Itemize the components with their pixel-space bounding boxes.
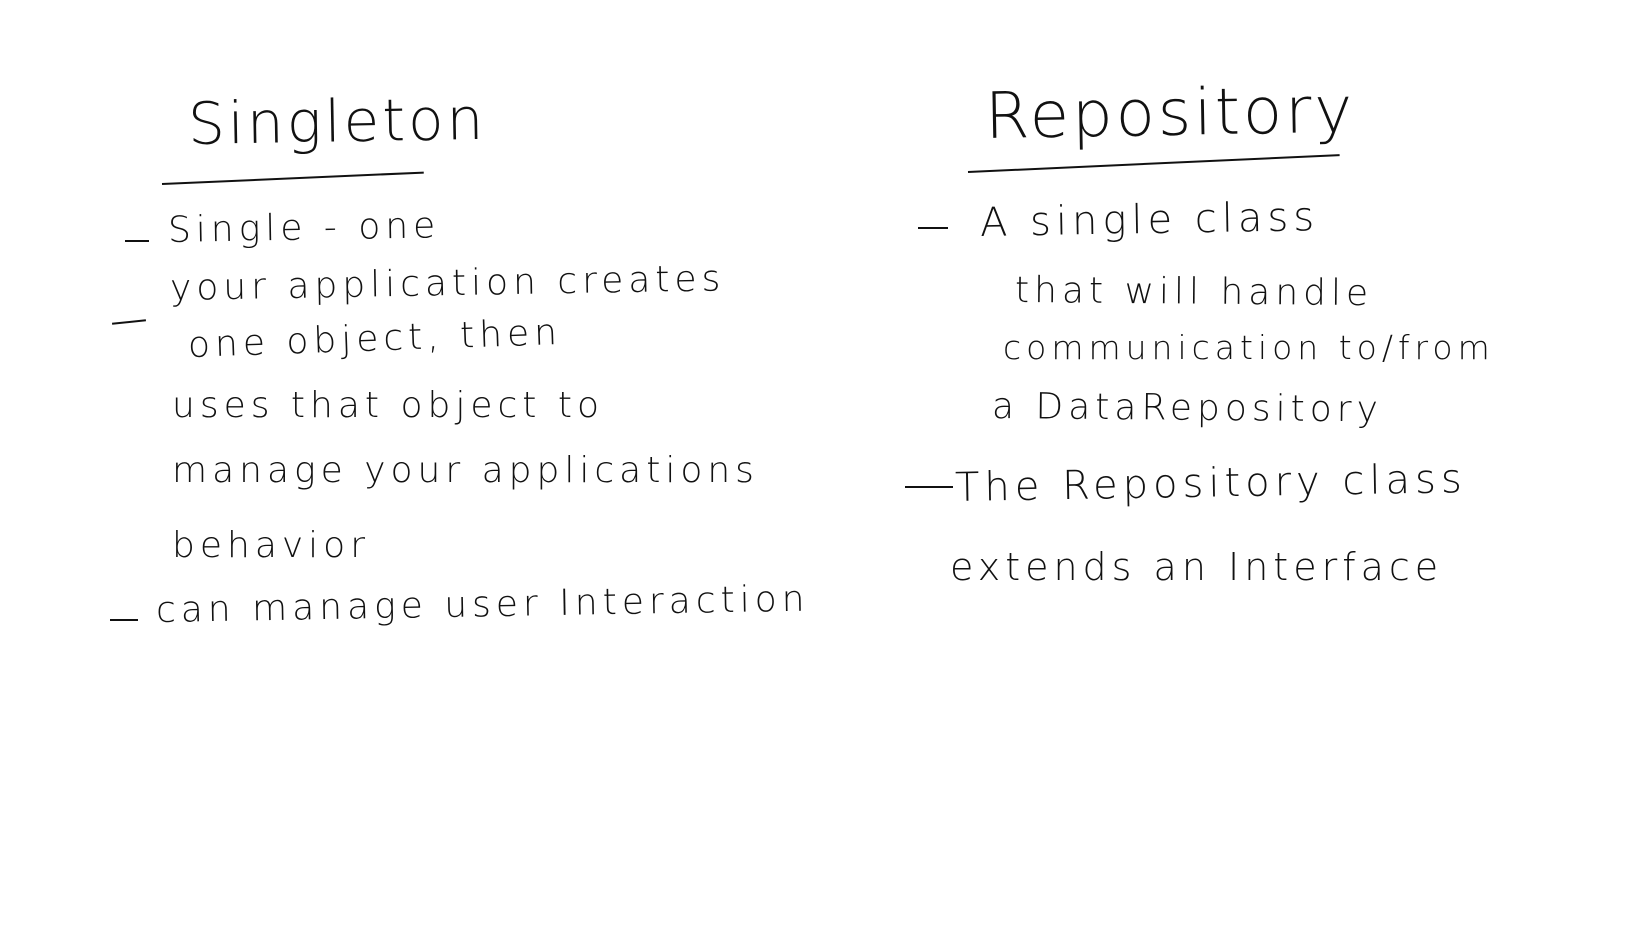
repository-item-1-line-1: A single class: [979, 194, 1320, 246]
repository-bullet-1-dash: [918, 227, 948, 229]
singleton-item-2-line-3: uses that object to: [172, 385, 604, 426]
singleton-title-underline: [161, 171, 424, 185]
singleton-item-2-line-1: your application creates: [169, 258, 726, 309]
singleton-item-1-line-1: Single - one: [167, 205, 441, 251]
singleton-item-2-line-2: one object, then: [187, 311, 563, 366]
singleton-bullet-3-dash: [110, 619, 138, 621]
repository-item-1-line-3: communication to/from: [1003, 328, 1495, 367]
repository-item-2-line-2: extends an Interface: [950, 545, 1444, 589]
repository-item-2-line-1: The Repository class: [954, 456, 1468, 511]
singleton-bullet-2-dash: [111, 319, 147, 325]
whiteboard-canvas: Singleton Single - one your application …: [0, 0, 1648, 927]
repository-bullet-2-dash: [905, 486, 953, 488]
repository-title-underline: [967, 154, 1340, 173]
singleton-item-3-line-1: can manage user Interaction: [155, 578, 810, 631]
singleton-bullet-1-dash: [125, 240, 149, 242]
singleton-item-2-line-4: manage your applications: [172, 450, 759, 491]
repository-item-1-line-4: a DataRepository: [991, 386, 1384, 431]
singleton-title: Singleton: [187, 84, 487, 158]
repository-item-1-line-2: that will handle: [1014, 270, 1374, 315]
singleton-item-2-line-5: behavior: [172, 525, 371, 566]
repository-title: Repository: [984, 73, 1356, 154]
